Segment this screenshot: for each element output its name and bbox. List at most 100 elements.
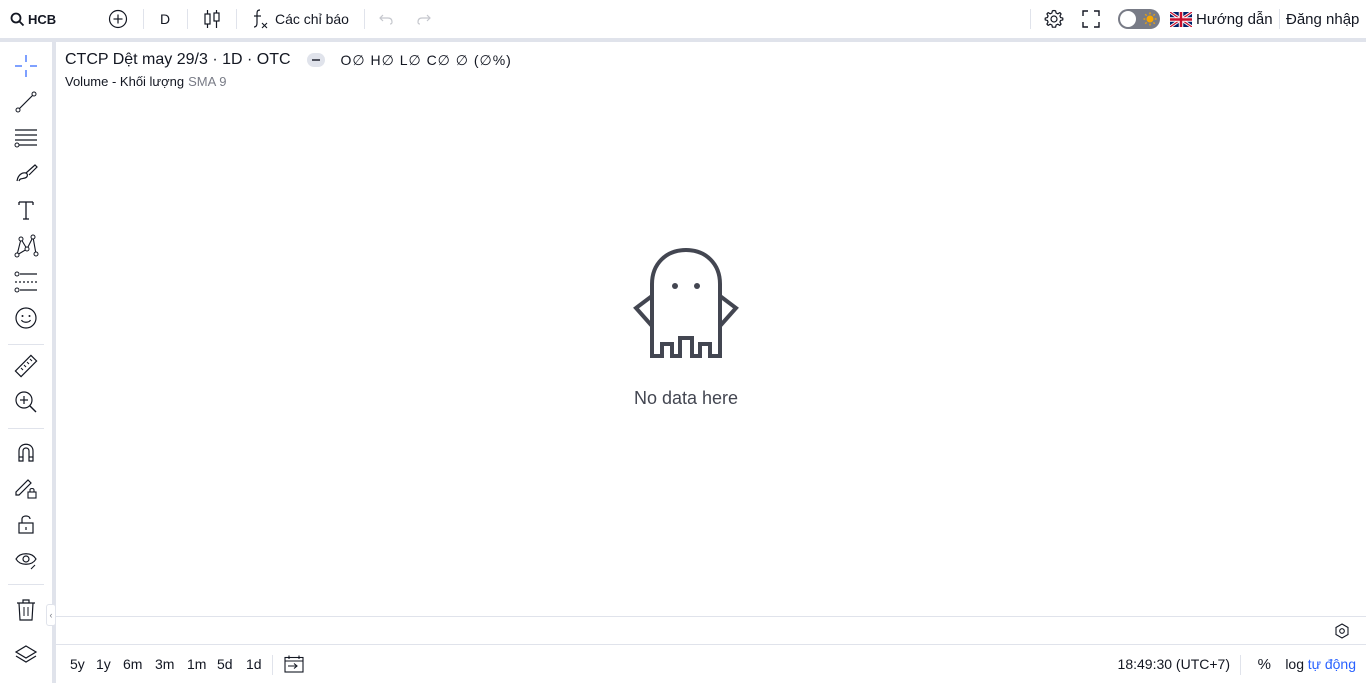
go-to-date-button[interactable] xyxy=(284,645,304,683)
remove-drawings-button[interactable] xyxy=(8,594,44,626)
auto-scale-button[interactable]: tự động xyxy=(1308,645,1356,683)
login-button[interactable]: Đăng nhập xyxy=(1286,0,1359,38)
brush-icon xyxy=(16,164,38,182)
auto-label: tự động xyxy=(1307,656,1356,672)
toolbar-divider xyxy=(236,9,237,29)
search-icon xyxy=(10,12,25,26)
time-axis[interactable] xyxy=(56,617,1366,644)
toolbar-divider xyxy=(272,655,273,675)
theme-toggle[interactable] xyxy=(1118,0,1160,38)
calendar-goto-icon xyxy=(284,655,304,673)
text-tool[interactable] xyxy=(8,194,44,226)
legend-collapse-button[interactable] xyxy=(306,53,325,67)
range-3m-button[interactable]: 3m xyxy=(155,645,174,683)
lock-drawing-icon xyxy=(15,479,37,499)
percent-scale-button[interactable]: % xyxy=(1258,645,1271,683)
indicators-button[interactable]: Các chỉ báo xyxy=(251,0,349,38)
object-tree-button[interactable] xyxy=(8,640,44,672)
sun-icon xyxy=(1143,12,1157,26)
range-label: 5y xyxy=(70,656,85,672)
trash-icon xyxy=(17,599,35,621)
range-6m-button[interactable]: 6m xyxy=(123,645,142,683)
drawing-toolbar xyxy=(0,42,52,683)
chart-type-button[interactable] xyxy=(203,0,221,38)
fib-levels-icon xyxy=(14,129,37,148)
fullscreen-icon xyxy=(1082,10,1100,28)
toolbar-divider xyxy=(187,9,188,29)
help-button[interactable]: Hướng dẫn xyxy=(1170,0,1273,38)
range-5y-button[interactable]: 5y xyxy=(70,645,85,683)
range-label: 5d xyxy=(217,656,233,672)
ohlc-values: O∅ H∅ L∅ C∅ ∅ (∅%) xyxy=(340,51,512,68)
function-icon xyxy=(253,9,268,29)
bottom-toolbar: 5y 1y 6m 3m 1m 5d 1d 18:49:30 (UTC+7) % … xyxy=(56,645,1366,683)
magnet-icon xyxy=(18,443,34,462)
prediction-tool[interactable] xyxy=(8,266,44,298)
axis-settings-icon[interactable] xyxy=(1334,623,1350,639)
emoji-tool[interactable] xyxy=(8,302,44,334)
pattern-tool[interactable] xyxy=(8,230,44,262)
volume-legend[interactable]: Volume - Khối lượng SMA 9 xyxy=(65,74,226,89)
range-label: 1d xyxy=(246,656,262,672)
gear-icon xyxy=(1044,9,1064,28)
ruler-tool[interactable] xyxy=(8,350,44,382)
chart-pane[interactable]: CTCP Dệt may 29/3 · 1D · OTC O∅ H∅ L∅ C∅… xyxy=(56,42,1366,616)
empty-state: No data here xyxy=(626,246,746,409)
help-label: Hướng dẫn xyxy=(1196,10,1273,28)
volume-label: Volume - Khối lượng xyxy=(65,74,185,89)
interval-label: D xyxy=(160,11,171,27)
hide-drawings-tool[interactable] xyxy=(8,544,44,576)
magnet-tool[interactable] xyxy=(8,436,44,468)
range-1y-button[interactable]: 1y xyxy=(96,645,111,683)
interval-button[interactable]: D xyxy=(160,0,170,38)
toolbar-collapse-handle[interactable]: ‹ xyxy=(46,604,56,626)
range-5d-button[interactable]: 5d xyxy=(217,645,233,683)
chevron-left-icon: ‹ xyxy=(49,610,53,620)
range-1m-button[interactable]: 1m xyxy=(187,645,206,683)
toolbar-divider xyxy=(1240,655,1241,675)
range-label: 1y xyxy=(96,656,111,672)
toolbar-divider xyxy=(1030,9,1031,29)
clock-timezone-button[interactable]: 18:49:30 (UTC+7) xyxy=(1118,645,1230,683)
redo-button[interactable] xyxy=(416,0,432,38)
crosshair-tool[interactable] xyxy=(8,50,44,82)
range-1d-button[interactable]: 1d xyxy=(246,645,262,683)
range-label: 1m xyxy=(187,656,207,672)
trend-line-tool[interactable] xyxy=(8,86,44,118)
crosshair-icon xyxy=(15,55,37,77)
zoom-in-icon xyxy=(15,391,37,413)
log-scale-button[interactable]: log xyxy=(1285,645,1304,683)
pattern-icon xyxy=(14,234,39,258)
symbol-search-button[interactable]: HCB xyxy=(10,0,56,38)
redo-icon xyxy=(417,14,431,25)
top-toolbar: HCB D Các chỉ báo Hướng dẫn Đăng nhập xyxy=(0,0,1366,38)
symbol-label: HCB xyxy=(28,11,57,27)
unlock-tool[interactable] xyxy=(8,508,44,540)
indicators-label: Các chỉ báo xyxy=(275,11,349,27)
percent-label: % xyxy=(1257,655,1271,673)
theme-switch[interactable] xyxy=(1118,9,1160,29)
fullscreen-button[interactable] xyxy=(1082,0,1100,38)
series-title[interactable]: CTCP Dệt may 29/3 · 1D · OTC xyxy=(65,51,291,69)
range-label: 6m xyxy=(123,656,143,672)
compare-symbol-button[interactable] xyxy=(108,0,128,38)
settings-button[interactable] xyxy=(1043,0,1065,38)
toggle-knob xyxy=(1120,11,1136,27)
undo-button[interactable] xyxy=(378,0,394,38)
zoom-in-tool[interactable] xyxy=(8,386,44,418)
ruler-icon xyxy=(14,354,38,378)
lock-drawing-tool[interactable] xyxy=(8,472,44,504)
eye-icon xyxy=(15,553,37,570)
clock-label: 18:49:30 (UTC+7) xyxy=(1117,656,1230,672)
emoji-icon xyxy=(15,307,37,329)
layers-icon xyxy=(14,645,38,663)
series-legend: CTCP Dệt may 29/3 · 1D · OTC O∅ H∅ L∅ C∅… xyxy=(65,50,512,70)
uk-flag-icon xyxy=(1170,11,1192,27)
plus-circle-icon xyxy=(108,9,128,29)
prediction-icon xyxy=(14,271,37,293)
brush-tool[interactable] xyxy=(8,158,44,190)
fib-tool[interactable] xyxy=(8,122,44,154)
sma-label: SMA 9 xyxy=(188,74,227,89)
range-label: 3m xyxy=(155,656,175,672)
toolbar-divider xyxy=(8,428,44,429)
